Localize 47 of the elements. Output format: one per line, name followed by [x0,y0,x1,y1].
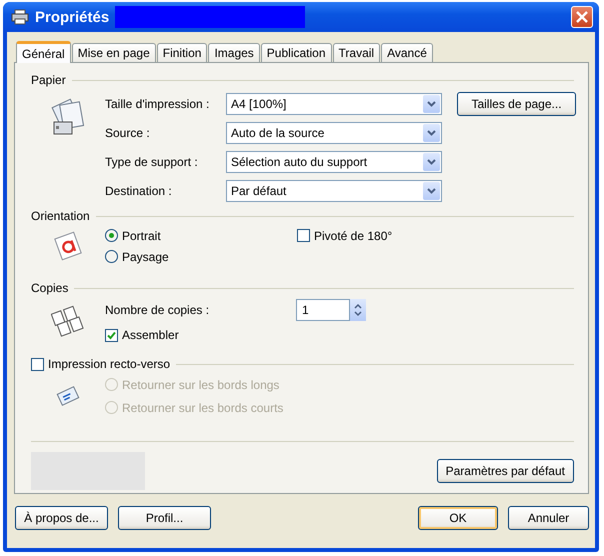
field-label: Source : [105,126,151,140]
window-title: Propriétés [35,8,110,26]
section-heading: Papier [31,73,66,87]
field-label: Taille d'impression : [105,96,210,110]
chevron-down-icon [427,130,436,136]
field-label: Destination : [105,184,173,198]
tab[interactable]: Général [16,41,71,63]
tab[interactable]: Mise en page [72,43,156,62]
tab[interactable]: Travail [332,43,380,62]
dialog-button[interactable]: OK [418,506,498,530]
option-label: Paysage [122,250,169,264]
chevron-down-icon [427,158,436,164]
dropdown[interactable]: A4 [100%] [226,92,442,114]
tab[interactable]: Avancé [381,43,433,62]
checkbox-label: Impression recto-verso [48,357,170,371]
checkbox[interactable] [105,328,118,342]
chevron-down-icon [427,188,436,194]
copies-icon [51,305,85,339]
radio-button[interactable] [105,250,118,263]
tab[interactable]: Publication [260,43,332,62]
checkbox[interactable] [297,229,310,242]
close-button[interactable] [571,6,593,28]
radio-option[interactable]: Portrait [105,228,161,242]
chevron-down-icon [427,100,436,106]
spinner-arrows-icon [354,303,362,317]
close-icon [576,11,588,23]
section-heading: Copies [31,281,68,295]
tab[interactable]: Finition [156,43,208,62]
printer-icon [11,9,29,25]
dropdown[interactable]: Par défaut [226,180,442,202]
dropdown[interactable]: Sélection auto du support [226,150,442,172]
dialog-button[interactable]: Annuler [508,506,589,530]
field-label: Type de support : [105,154,199,168]
radio-option[interactable]: Paysage [105,250,169,264]
checkbox-label: Pivoté de 180° [314,228,392,242]
field-label: Nombre de copies : [105,303,210,317]
defaults-button[interactable]: Paramètres par défaut [436,459,574,483]
radio-button[interactable] [105,229,118,242]
page-sizes-button[interactable]: Tailles de page... [457,92,576,116]
checkbox-label: Assembler [122,328,179,342]
tab[interactable]: Images [208,43,260,62]
section-heading: Orientation [31,209,90,223]
dialog-button[interactable]: Profil... [118,506,211,530]
option-label: Portrait [122,228,161,242]
dropdown[interactable]: Auto de la source [226,122,442,144]
checkbox[interactable] [31,358,44,370]
dialog-button[interactable]: À propos de... [15,506,108,530]
